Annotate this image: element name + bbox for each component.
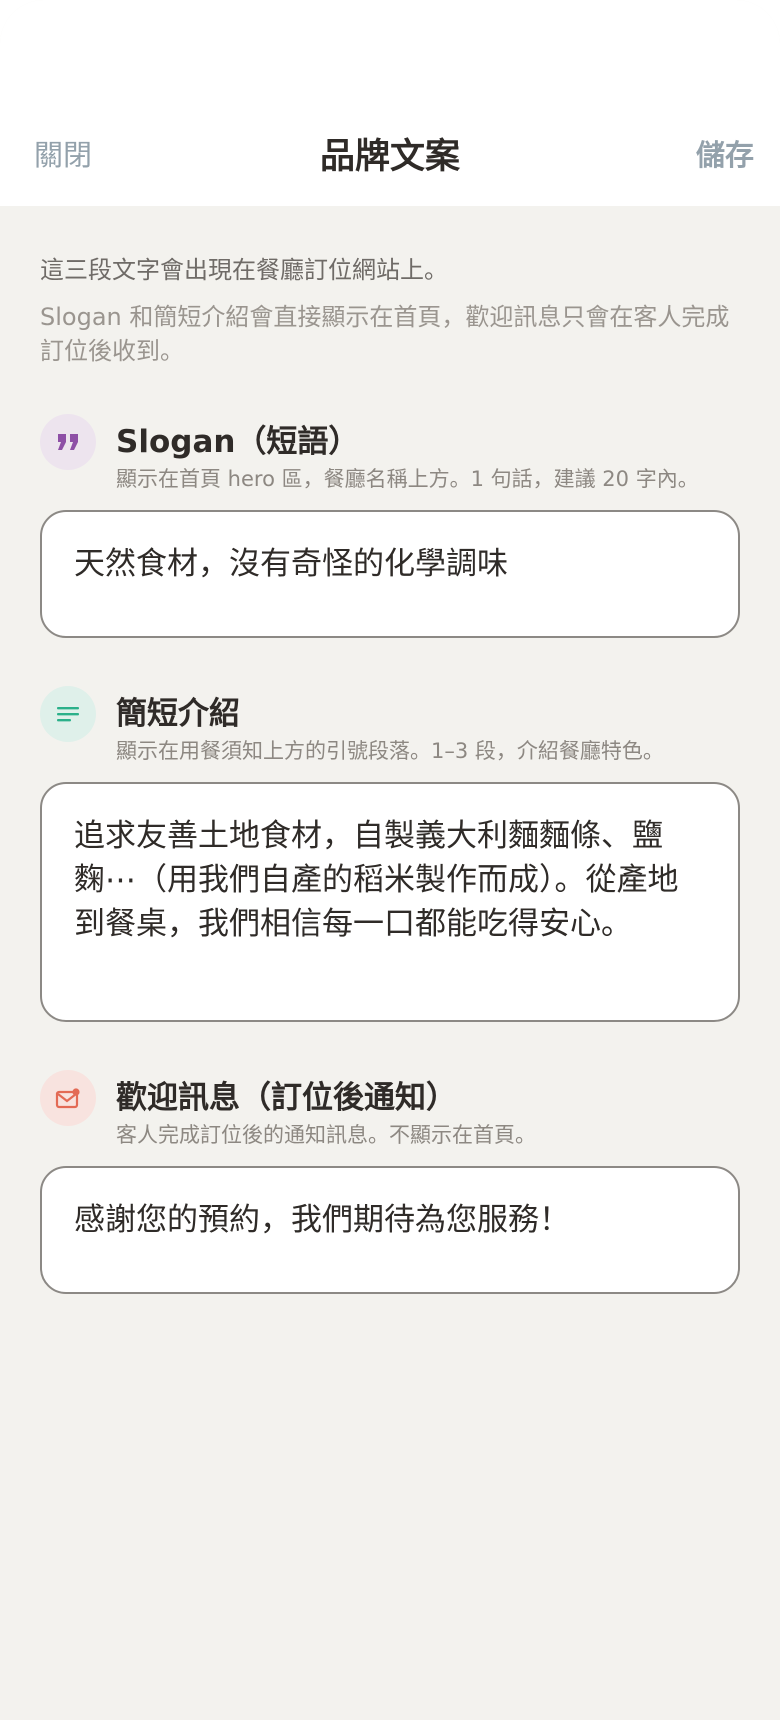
save-button[interactable]: 儲存 <box>696 132 754 174</box>
welcome-title: 歡迎訊息（訂位後通知） <box>116 1080 457 1116</box>
mail-notification-icon <box>40 1070 96 1126</box>
intro-input[interactable]: 追求友善土地食材，自製義大利麵麵條、鹽麴⋯（用我們自產的稻米製作而成）。從產地到… <box>40 782 740 1022</box>
intro-description: 顯示在用餐須知上方的引號段落。1–3 段，介紹餐廳特色。 <box>116 739 664 763</box>
slogan-description: 顯示在首頁 hero 區，餐廳名稱上方。1 句話，建議 20 字內。 <box>116 467 699 491</box>
welcome-description: 客人完成訂位後的通知訊息。不顯示在首頁。 <box>116 1123 536 1147</box>
intro-title: 簡短介紹 <box>116 696 240 732</box>
intro-text-secondary: Slogan 和簡短介紹會直接顯示在首頁，歡迎訊息只會在客人完成訂位後收到。 <box>40 303 730 365</box>
welcome-input[interactable]: 感謝您的預約，我們期待為您服務！ <box>40 1166 740 1294</box>
text-lines-icon <box>40 686 96 742</box>
quote-icon <box>40 414 96 470</box>
slogan-input[interactable]: 天然食材，沒有奇怪的化學調味 <box>40 510 740 638</box>
slogan-title: Slogan（短語） <box>116 424 360 460</box>
page-title: 品牌文案 <box>319 137 460 177</box>
sheet-header: 關閉 品牌文案 儲存 <box>0 0 780 206</box>
bottom-sheet: 關閉 品牌文案 儲存 這三段文字會出現在餐廳訂位網站上。 Slogan 和簡短介… <box>0 0 780 1720</box>
intro-text-primary: 這三段文字會出現在餐廳訂位網站上。 <box>40 256 448 284</box>
